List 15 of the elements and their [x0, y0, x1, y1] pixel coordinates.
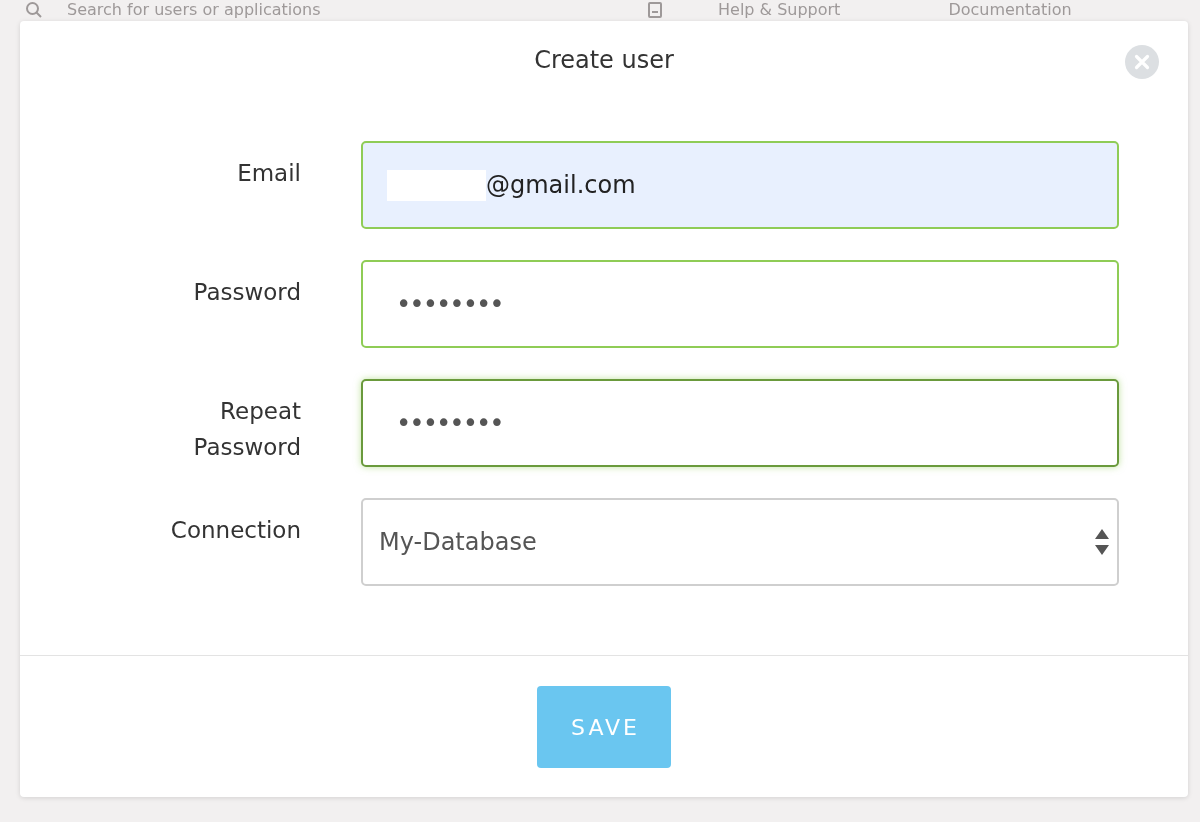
updown-arrows-icon: [1095, 529, 1109, 555]
close-icon: [1125, 45, 1159, 79]
password-field[interactable]: ••••••••: [361, 260, 1119, 348]
email-field[interactable]: @gmail.com: [361, 141, 1119, 229]
close-button[interactable]: [1125, 45, 1159, 79]
search-field[interactable]: Search for users or applications: [67, 0, 347, 20]
document-icon[interactable]: [648, 2, 662, 18]
field-label: Password: [193, 278, 301, 307]
dialog-title: Create user: [534, 45, 674, 76]
field-label: Email: [237, 159, 301, 188]
password-field[interactable]: ••••••••: [361, 379, 1119, 467]
field-label: Repeat Password: [192, 397, 301, 462]
field-label: Connection: [170, 516, 301, 545]
search-icon: [26, 2, 42, 18]
connection-select[interactable]: My-Database: [361, 498, 1119, 586]
